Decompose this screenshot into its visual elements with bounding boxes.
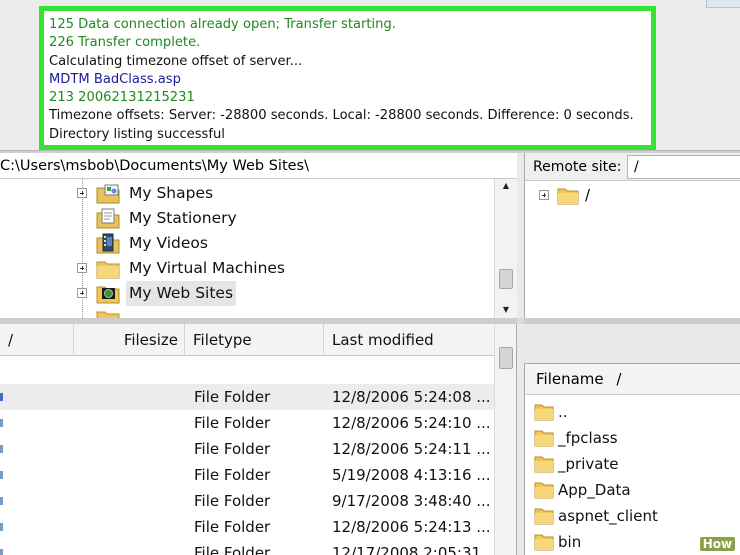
- folder-icon: [534, 482, 554, 499]
- log-line: 226 Transfer complete.: [49, 35, 201, 51]
- remote-site-bar: Remote site: /: [525, 153, 740, 181]
- remote-list-gap: [524, 324, 740, 363]
- tree-item-label: My Stationery: [129, 209, 237, 227]
- folder-icon: [96, 261, 120, 279]
- remote-file-list: Filename / .. _fpclass _private App_Data…: [524, 363, 740, 555]
- folder-icon: [534, 508, 554, 525]
- column-header-last-modified[interactable]: Last modified: [324, 324, 494, 356]
- table-row[interactable]: File Folder 12/17/2008 2:05:31 ...: [0, 540, 500, 555]
- scroll-up-icon[interactable]: ▲: [495, 181, 517, 190]
- videos-folder-icon: [96, 233, 120, 254]
- folder-icon: [534, 456, 554, 473]
- folder-icon: [534, 404, 554, 421]
- tree-item-label: My Videos: [129, 234, 208, 252]
- expand-icon[interactable]: [77, 188, 87, 198]
- table-row[interactable]: File Folder 12/8/2006 5:24:10 ...: [0, 410, 494, 436]
- tree-item-my-shapes[interactable]: My Shapes: [0, 181, 494, 206]
- web-sites-folder-icon: [96, 286, 120, 304]
- list-item[interactable]: App_Data: [525, 477, 740, 503]
- scroll-thumb[interactable]: [499, 269, 513, 289]
- local-folder-tree: My Shapes My Stationery My Videos My Vir…: [0, 179, 494, 318]
- tree-item-label: My Shapes: [129, 184, 214, 202]
- log-line: 125 Data connection already open; Transf…: [49, 17, 396, 32]
- local-list-scrollbar[interactable]: [494, 324, 516, 555]
- folder-icon: [534, 534, 554, 551]
- column-header-filetype[interactable]: Filetype: [185, 324, 324, 356]
- table-row[interactable]: File Folder 12/8/2006 5:24:08 ...: [0, 384, 494, 410]
- log-line: Calculating timezone offset of server...: [49, 53, 303, 69]
- message-log-area: 125 Data connection already open; Transf…: [0, 0, 740, 150]
- scroll-down-icon[interactable]: ▼: [495, 305, 517, 314]
- table-row[interactable]: File Folder 12/8/2006 5:24:13 ...: [0, 514, 494, 540]
- log-line: 213 20062131215231: [49, 90, 195, 106]
- local-site-pane: C:\Users\msbob\Documents\My Web Sites\ M…: [0, 153, 517, 318]
- remote-tree-root[interactable]: /: [525, 183, 740, 207]
- tree-item-my-web-sites[interactable]: My Web Sites: [0, 281, 494, 306]
- log-line: MDTM BadClass.asp: [49, 71, 181, 87]
- local-tree-scrollbar[interactable]: ▲ ▼: [494, 179, 517, 318]
- tree-item-my-virtual-machines[interactable]: My Virtual Machines: [0, 256, 494, 281]
- folder-icon: [557, 188, 579, 205]
- remote-tree-label: /: [585, 186, 591, 204]
- local-file-list: / Filesize Filetype Last modified File F…: [0, 324, 517, 555]
- list-item[interactable]: _private: [525, 451, 740, 477]
- column-header-filename[interactable]: Filename /: [525, 364, 740, 395]
- table-row[interactable]: File Folder 9/17/2008 3:48:40 ...: [0, 488, 494, 514]
- tree-item-partial[interactable]: [0, 306, 494, 318]
- log-line: Directory listing successful: [49, 126, 225, 142]
- expand-icon[interactable]: [77, 263, 87, 273]
- table-row[interactable]: File Folder 5/19/2008 4:13:16 ...: [0, 462, 494, 488]
- tree-item-label: My Web Sites: [126, 281, 237, 306]
- shapes-folder-icon: [96, 184, 120, 204]
- tree-item-label: My Virtual Machines: [129, 259, 286, 277]
- local-list-header: / Filesize Filetype Last modified: [0, 324, 494, 356]
- wikihow-watermark: wiki How: [672, 535, 738, 553]
- window-control-edge[interactable]: [706, 0, 740, 8]
- message-log[interactable]: 125 Data connection already open; Transf…: [39, 6, 656, 150]
- remote-path-input[interactable]: /: [627, 155, 740, 179]
- list-item[interactable]: ..: [525, 399, 740, 425]
- table-row[interactable]: File Folder 12/8/2006 5:24:11 ...: [0, 436, 494, 462]
- remote-site-label: Remote site:: [533, 159, 622, 175]
- scroll-thumb[interactable]: [499, 347, 513, 369]
- stationery-folder-icon: [96, 208, 120, 229]
- list-item[interactable]: aspnet_client: [525, 503, 740, 529]
- remote-site-pane: Remote site: / /: [524, 153, 740, 318]
- folder-icon: [96, 311, 120, 318]
- sort-indicator: /: [616, 370, 622, 388]
- log-line: Timezone offsets: Server: -28800 seconds…: [49, 108, 634, 124]
- folder-icon: [534, 430, 554, 447]
- local-file-rows: File Folder 12/8/2006 5:24:08 ... File F…: [0, 356, 500, 555]
- expand-icon[interactable]: [77, 288, 87, 298]
- local-path-input[interactable]: C:\Users\msbob\Documents\My Web Sites\: [0, 153, 517, 179]
- expand-icon[interactable]: [539, 190, 549, 200]
- list-item[interactable]: _fpclass: [525, 425, 740, 451]
- column-header-filename[interactable]: /: [0, 324, 74, 356]
- tree-item-my-videos[interactable]: My Videos: [0, 231, 494, 256]
- tree-item-my-stationery[interactable]: My Stationery: [0, 206, 494, 231]
- column-header-filesize[interactable]: Filesize: [74, 324, 185, 356]
